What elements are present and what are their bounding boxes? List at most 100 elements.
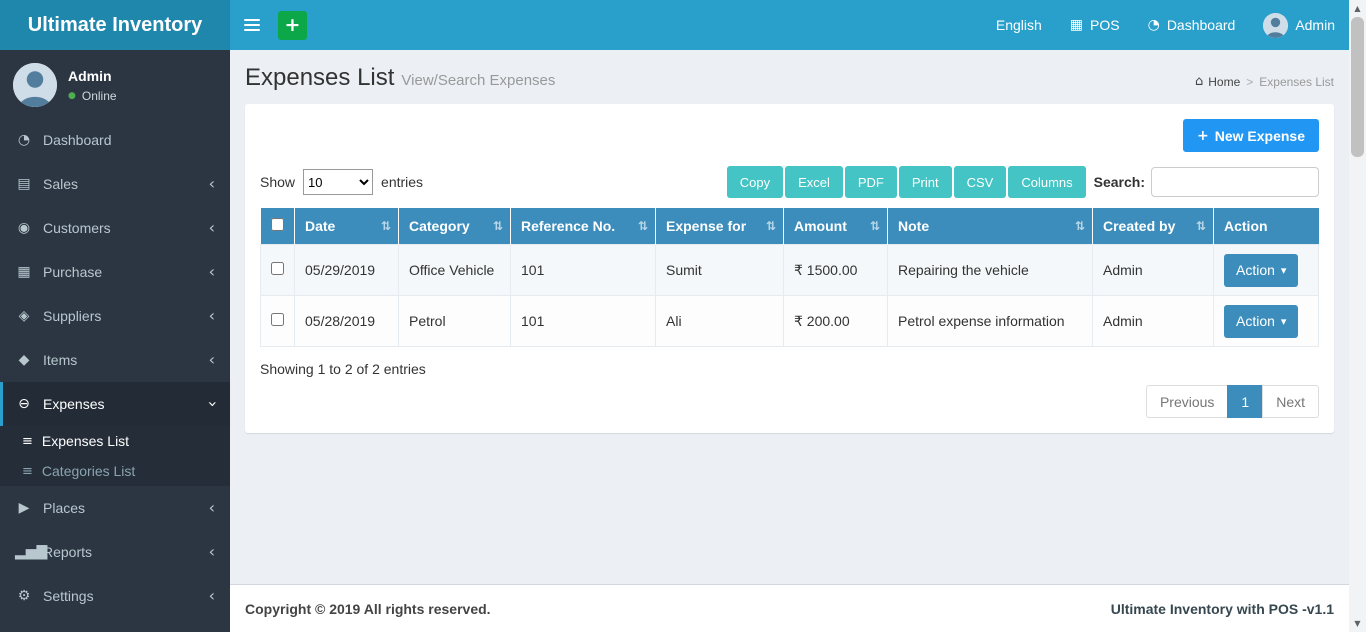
column-header-amount[interactable]: Amount ⇅ [783, 208, 888, 245]
brand-title: Ultimate Inventory [27, 13, 203, 36]
column-header-expense-for[interactable]: Expense for ⇅ [655, 208, 784, 245]
sidebar-subitem-expenses-list[interactable]: ≡ Expenses List [0, 426, 230, 456]
cell-action: Action ▾ [1213, 244, 1319, 296]
nav-pos[interactable]: ▦ POS [1056, 0, 1134, 50]
scroll-up-arrow[interactable]: ▲ [1349, 0, 1366, 17]
cell-amount: ₹ 200.00 [783, 295, 888, 347]
footer-copyright: Copyright © 2019 All rights reserved. [245, 600, 491, 617]
cell-expense-for: Sumit [655, 244, 784, 296]
sort-icon: ⇅ [637, 219, 648, 233]
print-button[interactable]: Print [898, 166, 952, 198]
cell-reference: 101 [510, 295, 656, 347]
column-label: Action [1224, 218, 1268, 234]
copy-button[interactable]: Copy [726, 166, 784, 198]
action-dropdown-button[interactable]: Action ▾ [1224, 253, 1299, 287]
sidebar-item-reports[interactable]: ▂▅▇ Reports ‹ [0, 530, 230, 574]
excel-button[interactable]: Excel [785, 166, 843, 198]
navbar-right: English ▦ POS ◔ Dashboard Admin [982, 0, 1349, 50]
sidebar-toggle-button[interactable] [230, 0, 274, 50]
page-size-select[interactable]: 10 [303, 169, 374, 195]
sidebar-item-suppliers[interactable]: ◈ Suppliers ‹ [0, 294, 230, 338]
sidebar-item-label: Items [43, 352, 78, 368]
cell-expense-for: Ali [655, 295, 784, 347]
cell-created-by: Admin [1092, 295, 1214, 347]
main-footer: Copyright © 2019 All rights reserved. Ul… [230, 584, 1349, 632]
chevron-down-icon: ‹ [201, 400, 221, 408]
sort-icon: ⇅ [765, 219, 776, 233]
sidebar-item-purchase[interactable]: ▦ Purchase ‹ [0, 250, 230, 294]
select-all-checkbox[interactable] [270, 218, 284, 231]
search-input[interactable] [1151, 167, 1319, 197]
nav-user-menu[interactable]: Admin [1249, 0, 1349, 50]
page-subtitle: View/Search Expenses [401, 72, 556, 89]
csv-button[interactable]: CSV [953, 166, 1007, 198]
main-header: Ultimate Inventory + English ▦ POS ◔ Das… [0, 0, 1349, 50]
pagination-next[interactable]: Next [1262, 385, 1319, 418]
sidebar-item-places[interactable]: ▶ Places ‹ [0, 486, 230, 530]
row-checkbox[interactable] [271, 313, 284, 326]
sort-icon: ⇅ [1195, 219, 1206, 233]
scroll-down-arrow[interactable]: ▼ [1349, 615, 1366, 632]
sidebar-item-items[interactable]: ◆ Items ‹ [0, 338, 230, 382]
column-header-reference[interactable]: Reference No. ⇅ [510, 208, 656, 245]
sidebar-item-sales[interactable]: ▤ Sales ‹ [0, 162, 230, 206]
pagination-previous[interactable]: Previous [1145, 385, 1229, 418]
sidebar-subitem-categories-list[interactable]: ≡ Categories List [0, 456, 230, 486]
sidebar-item-customers[interactable]: ◉ Customers ‹ [0, 206, 230, 250]
sidebar-item-dashboard[interactable]: ◔ Dashboard [0, 118, 230, 162]
entries-label: entries [381, 174, 424, 190]
pagination-page-1[interactable]: 1 [1227, 385, 1264, 418]
customers-icon: ◉ [17, 220, 31, 236]
breadcrumb: ⌂ Home > Expenses List [1195, 74, 1334, 89]
vertical-scrollbar[interactable]: ▲ ▼ [1349, 0, 1366, 632]
chevron-left-icon: ‹ [208, 350, 215, 369]
sidebar-item-expenses[interactable]: ⊖ Expenses ‹ [0, 382, 230, 426]
sidebar-item-label: Reports [43, 544, 93, 560]
content: + New Expense Show 10 entries Copy Excel… [230, 104, 1349, 433]
pagination: Previous 1 Next [260, 385, 1319, 418]
action-dropdown-button[interactable]: Action ▾ [1224, 304, 1299, 338]
cell-category: Office Vehicle [398, 244, 511, 296]
nav-pos-label: POS [1090, 17, 1120, 33]
column-header-action: Action [1213, 208, 1319, 245]
cell-select [260, 295, 295, 347]
nav-dashboard-label: Dashboard [1166, 17, 1236, 33]
column-header-created-by[interactable]: Created by ⇅ [1092, 208, 1214, 245]
sidebar-item-settings[interactable]: ⚙ Settings ‹ [0, 574, 230, 618]
sidebar-user-status-label: Online [81, 88, 117, 103]
column-label: Reference No. [521, 218, 616, 234]
sort-icon: ⇅ [1074, 219, 1085, 233]
columns-button[interactable]: Columns [1008, 166, 1086, 198]
scroll-thumb[interactable] [1351, 17, 1364, 157]
sidebar-user-avatar [13, 63, 57, 107]
sort-icon: ⇅ [492, 219, 503, 233]
purchase-icon: ▦ [17, 264, 31, 280]
chevron-left-icon: ‹ [208, 262, 215, 281]
nav-dashboard[interactable]: ◔ Dashboard [1134, 0, 1250, 50]
sidebar-item-label: Purchase [43, 264, 103, 280]
expenses-icon: ⊖ [18, 396, 30, 412]
column-header-date[interactable]: Date ⇅ [294, 208, 399, 245]
suppliers-icon: ◈ [18, 308, 30, 324]
home-icon: ⌂ [1194, 74, 1204, 89]
footer-version: Ultimate Inventory with POS -v1.1 [1110, 600, 1334, 617]
sidebar-user-status[interactable]: ● Online [68, 89, 117, 103]
column-header-category[interactable]: Category ⇅ [398, 208, 511, 245]
sidebar-item-label: Sales [43, 176, 79, 192]
quick-add-button[interactable]: + [278, 10, 307, 40]
table-controls: Show 10 entries Copy Excel PDF Print CSV [260, 166, 1319, 198]
breadcrumb-separator: > [1246, 74, 1254, 89]
expenses-table: Date ⇅ Category ⇅ Reference No. ⇅ Expens… [260, 208, 1319, 347]
column-header-note[interactable]: Note ⇅ [887, 208, 1093, 245]
breadcrumb-home[interactable]: ⌂ Home [1195, 74, 1240, 89]
row-checkbox[interactable] [271, 262, 284, 275]
search-wrap: Search: [1094, 167, 1319, 197]
nav-language[interactable]: English [982, 0, 1056, 50]
brand-logo[interactable]: Ultimate Inventory [0, 0, 230, 50]
list-icon: ≡ [22, 463, 33, 479]
sidebar-user-name: Admin [68, 67, 112, 84]
new-expense-button[interactable]: + New Expense [1183, 119, 1319, 152]
content-wrapper: Expenses List View/Search Expenses ⌂ Home… [230, 50, 1349, 584]
pdf-button[interactable]: PDF [844, 166, 897, 198]
page-title: Expenses List [245, 64, 395, 91]
